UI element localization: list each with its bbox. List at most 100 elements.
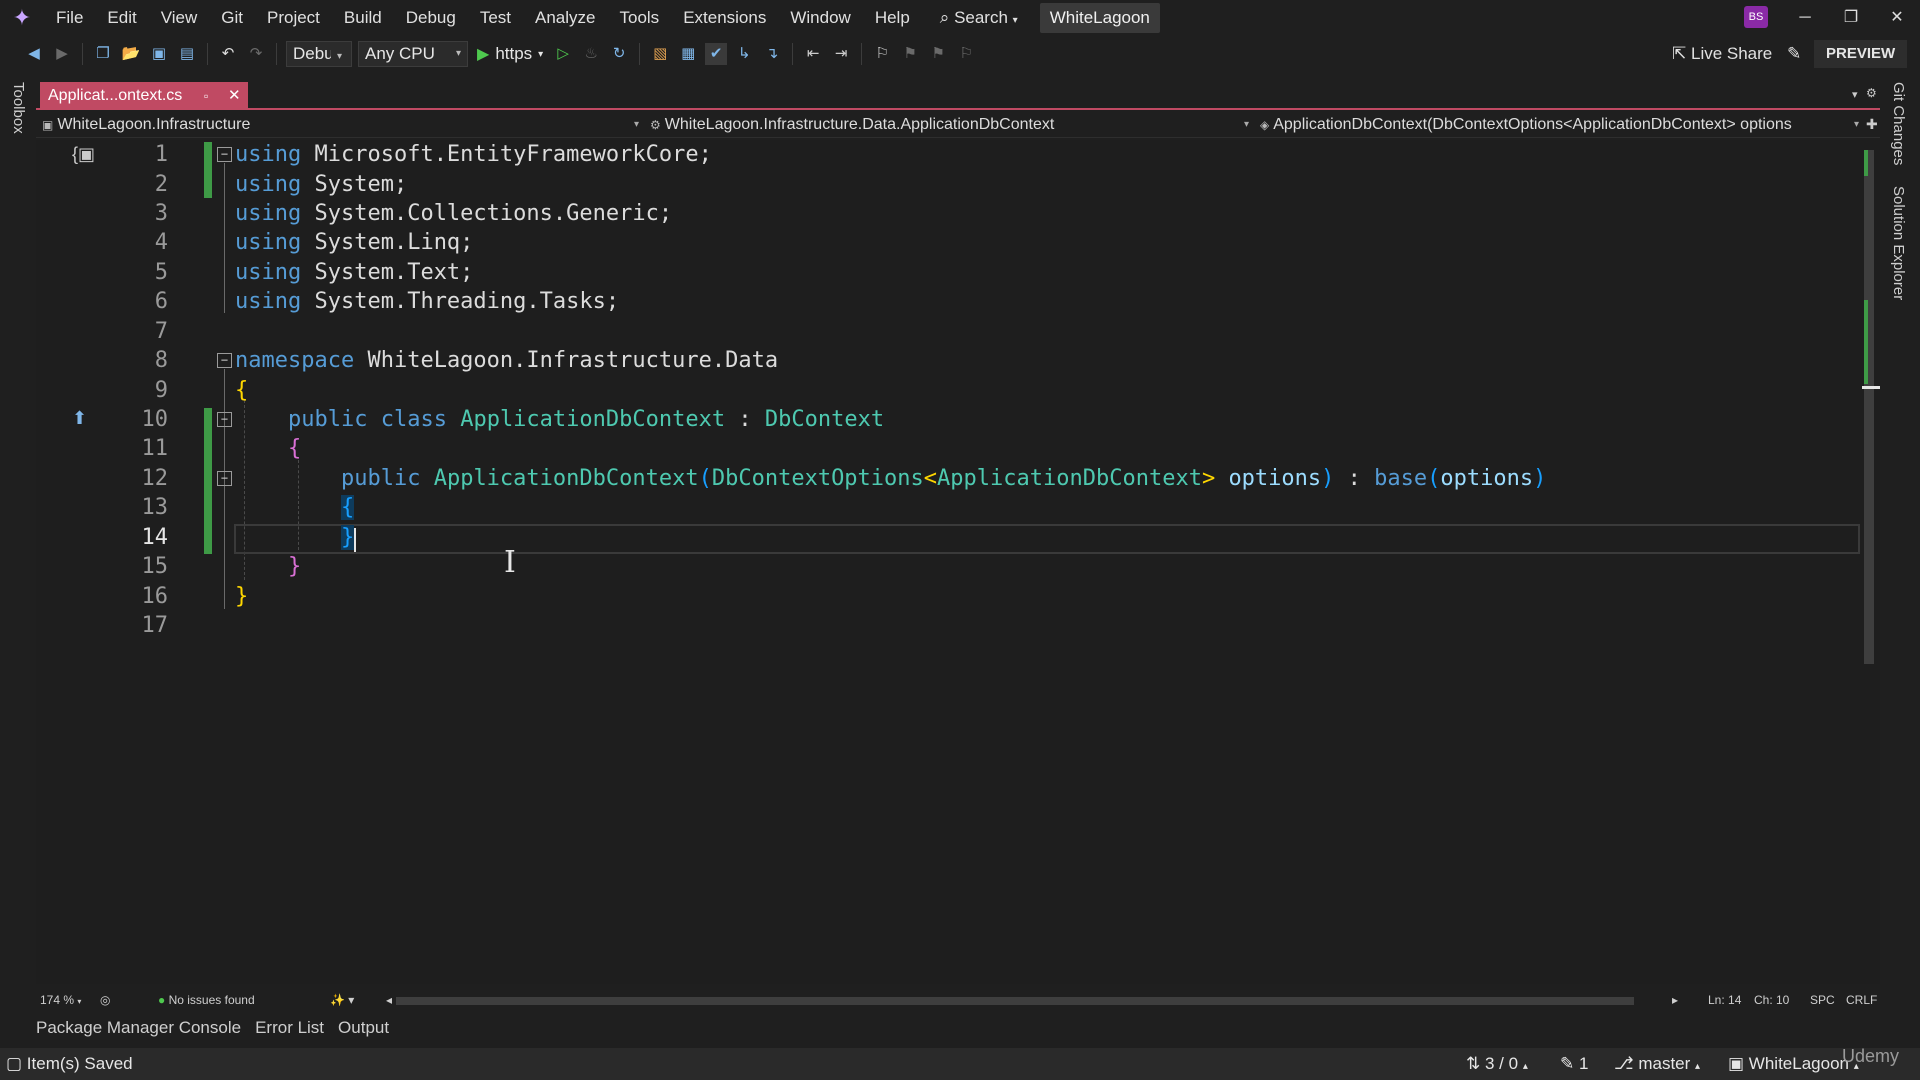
platform-select[interactable]: Any CPU ▾ xyxy=(358,41,468,67)
next-bookmark-icon[interactable]: ⚑ xyxy=(927,43,949,65)
menu-file[interactable]: File xyxy=(44,0,95,36)
browser-link-icon[interactable]: ▧ xyxy=(649,43,671,65)
split-editor-icon[interactable]: ✚ xyxy=(1866,116,1878,133)
pending-edits[interactable]: ✎ 1 xyxy=(1560,1048,1588,1080)
menu-help[interactable]: Help xyxy=(863,0,922,36)
redo-icon[interactable]: ↷ xyxy=(245,43,267,65)
scroll-right-icon[interactable]: ▸ xyxy=(1672,990,1678,1010)
prev-bookmark-icon[interactable]: ⚑ xyxy=(899,43,921,65)
line-number-current: 14 xyxy=(141,525,169,550)
configuration-select[interactable]: Debug ▾ xyxy=(286,41,352,67)
run-button[interactable]: ▶ https ▾ xyxy=(477,44,543,64)
menu-analyze[interactable]: Analyze xyxy=(523,0,607,36)
pin-icon[interactable]: ▫ xyxy=(204,82,208,110)
document-tab-applicationdbcontext[interactable]: Applicat...ontext.cs ▫ ✕ xyxy=(40,82,248,110)
layout-icon[interactable]: ▦ xyxy=(677,43,699,65)
menu-extensions[interactable]: Extensions xyxy=(671,0,778,36)
fold-line xyxy=(224,163,225,313)
forward-icon[interactable]: ▶ xyxy=(51,43,73,65)
repository-selector[interactable]: ▣ WhiteLagoon ▴ xyxy=(1728,1048,1859,1080)
undo-icon[interactable]: ↶ xyxy=(217,43,239,65)
collapse-icon[interactable]: − xyxy=(217,147,232,162)
namespace-glyph-icon[interactable]: {▣ xyxy=(72,144,95,165)
line-indicator[interactable]: Ln: 14 xyxy=(1708,990,1741,1010)
mouse-ibeam-cursor-icon: I xyxy=(504,545,516,580)
line-ending-indicator[interactable]: CRLF xyxy=(1846,990,1877,1010)
collapse-icon[interactable]: − xyxy=(217,353,232,368)
member-dropdown[interactable]: ◈ ApplicationDbContext(DbContextOptions<A… xyxy=(1260,112,1850,138)
menu-project[interactable]: Project xyxy=(255,0,332,36)
open-folder-icon[interactable]: 📂 xyxy=(120,43,142,65)
avatar[interactable]: BS xyxy=(1744,6,1768,28)
scroll-left-icon[interactable]: ◂ xyxy=(386,990,392,1010)
solution-explorer-tab[interactable]: Solution Explorer xyxy=(1890,186,1907,300)
menu-tools[interactable]: Tools xyxy=(608,0,672,36)
restore-button[interactable]: ❐ xyxy=(1828,0,1874,36)
zoom-select[interactable]: 174 % ▾ xyxy=(40,990,81,1010)
line-number: 15 xyxy=(141,554,169,579)
git-changes-tab[interactable]: Git Changes xyxy=(1890,82,1907,165)
feedback-icon[interactable]: ✎ xyxy=(1787,44,1801,63)
hot-reload-icon[interactable]: ♨ xyxy=(580,43,602,65)
change-indicator xyxy=(204,142,212,198)
issues-indicator[interactable]: ● No issues found xyxy=(158,990,255,1010)
tab-overflow-icon[interactable]: ▾ xyxy=(1852,88,1858,101)
save-all-icon[interactable]: ▤ xyxy=(176,43,198,65)
check-circle-icon: ● xyxy=(158,993,166,1007)
copilot-icon[interactable]: ◎ xyxy=(100,990,110,1010)
minimize-button[interactable]: ─ xyxy=(1782,0,1828,36)
close-tab-icon[interactable]: ✕ xyxy=(228,82,241,110)
preview-button[interactable]: PREVIEW xyxy=(1814,40,1908,68)
spell-check-icon[interactable]: ✔ xyxy=(705,43,728,65)
tab-package-manager-console[interactable]: Package Manager Console xyxy=(36,1014,241,1042)
collapse-icon[interactable]: − xyxy=(217,412,232,427)
line-number: 4 xyxy=(154,230,168,255)
outdent-icon[interactable]: ⇤ xyxy=(802,43,824,65)
code-line-10: public class ApplicationDbContext : DbCo… xyxy=(287,407,885,432)
menu-test[interactable]: Test xyxy=(468,0,523,36)
bookmark-icon[interactable]: ⚐ xyxy=(871,43,893,65)
back-icon[interactable]: ◀ xyxy=(23,43,45,65)
search-button[interactable]: ⌕ Search ▾ xyxy=(930,0,1028,36)
status-icon: ▢ xyxy=(6,1054,23,1073)
line-number: 7 xyxy=(154,319,168,344)
code-cleanup-icon[interactable]: ✨ ▾ xyxy=(330,990,354,1010)
live-share-button[interactable]: ⇱ Live Share ✎ xyxy=(1672,36,1801,72)
menu-git[interactable]: Git xyxy=(209,0,255,36)
scrollbar-thumb[interactable] xyxy=(1864,150,1874,664)
gear-icon[interactable]: ⚙ xyxy=(1866,86,1877,100)
menu-window[interactable]: Window xyxy=(778,0,862,36)
method-icon: ◈ xyxy=(1260,118,1270,132)
solution-name-badge[interactable]: WhiteLagoon xyxy=(1039,3,1160,33)
line-number: 6 xyxy=(154,289,168,314)
udemy-watermark: Udemy xyxy=(1842,1046,1900,1066)
type-dropdown[interactable]: ⚙ WhiteLagoon.Infrastructure.Data.Applica… xyxy=(650,112,1270,138)
new-project-icon[interactable]: ❐ xyxy=(92,43,114,65)
branch-selector[interactable]: ⎇ master ▴ xyxy=(1614,1048,1700,1080)
visual-studio-logo-icon[interactable]: ✦ xyxy=(0,0,44,36)
menu-build[interactable]: Build xyxy=(332,0,394,36)
toolbox-tab[interactable]: Toolbox xyxy=(10,82,27,134)
horizontal-scrollbar-thumb[interactable] xyxy=(396,997,1634,1005)
git-changes-counter[interactable]: ⇅ 3 / 0 ▴ xyxy=(1466,1048,1528,1080)
tab-error-list[interactable]: Error List xyxy=(255,1014,324,1042)
whitespace-indicator[interactable]: SPC xyxy=(1810,990,1835,1010)
step-over-icon[interactable]: ↴ xyxy=(761,43,783,65)
menu-debug[interactable]: Debug xyxy=(394,0,468,36)
issues-label: No issues found xyxy=(168,993,255,1007)
start-without-debugging-icon[interactable]: ▷ xyxy=(552,43,574,65)
clear-bookmarks-icon[interactable]: ⚐ xyxy=(955,43,977,65)
column-indicator[interactable]: Ch: 10 xyxy=(1754,990,1789,1010)
menu-bar: ✦ File Edit View Git Project Build Debug… xyxy=(0,0,1920,36)
project-dropdown[interactable]: ▣ WhiteLagoon.Infrastructure xyxy=(42,112,662,138)
save-icon[interactable]: ▣ xyxy=(148,43,170,65)
menu-view[interactable]: View xyxy=(149,0,210,36)
collapse-icon[interactable]: − xyxy=(217,471,232,486)
codelens-icon[interactable]: ⬆ xyxy=(72,408,87,429)
close-window-button[interactable]: ✕ xyxy=(1874,0,1920,36)
indent-icon[interactable]: ⇥ xyxy=(830,43,852,65)
tab-output[interactable]: Output xyxy=(338,1014,389,1042)
refresh-icon[interactable]: ↻ xyxy=(608,43,630,65)
menu-edit[interactable]: Edit xyxy=(95,0,148,36)
step-into-icon[interactable]: ↳ xyxy=(733,43,755,65)
